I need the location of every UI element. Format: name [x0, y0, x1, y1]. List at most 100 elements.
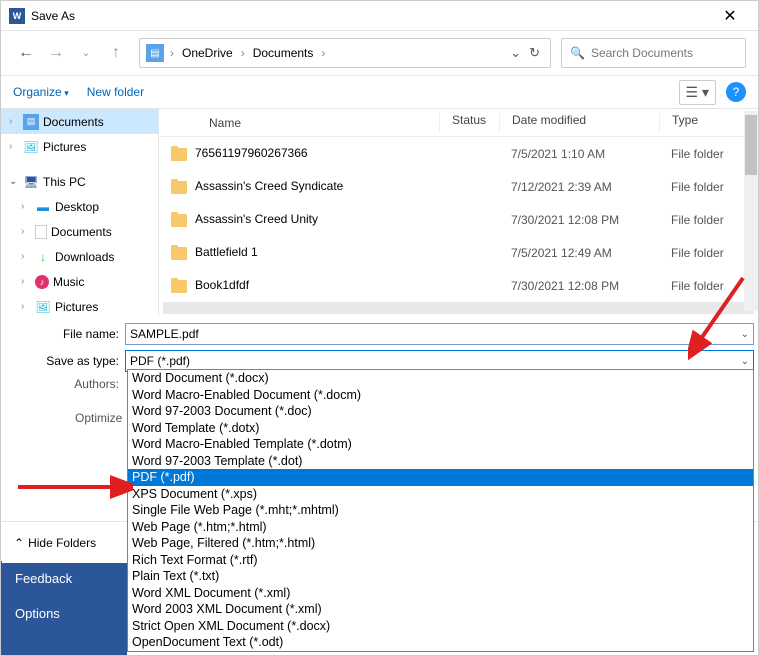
- tree-item-documents[interactable]: › ▤ Documents: [1, 109, 158, 134]
- optimize-label: Optimize: [5, 411, 125, 425]
- up-button[interactable]: ↑: [103, 40, 129, 66]
- main-area: › ▤ Documents › 🖼 Pictures ⌄ 🖥 This PC ›…: [1, 109, 758, 315]
- folder-icon: [171, 280, 187, 293]
- chevron-right-icon: ›: [21, 276, 31, 287]
- location-icon: ▤: [146, 44, 164, 62]
- column-name[interactable]: Name: [159, 116, 439, 130]
- close-button[interactable]: ✕: [710, 6, 750, 26]
- chevron-right-icon: ›: [21, 251, 31, 262]
- file-list[interactable]: Name Status Date modified Type 765611979…: [159, 109, 758, 315]
- view-options-button[interactable]: ☰ ▾: [679, 80, 716, 105]
- authors-label: Authors:: [5, 377, 125, 391]
- filetype-option[interactable]: OpenDocument Text (*.odt): [128, 634, 753, 651]
- forward-button[interactable]: →: [43, 40, 69, 66]
- back-button[interactable]: ←: [13, 40, 39, 66]
- file-row[interactable]: Book1dfdf7/30/2021 12:08 PMFile folder: [159, 269, 758, 302]
- filetype-option[interactable]: Word Template (*.dotx): [128, 420, 753, 437]
- filetype-option[interactable]: Word 97-2003 Document (*.doc): [128, 403, 753, 420]
- file-row[interactable]: Assassin's Creed Unity7/30/2021 12:08 PM…: [159, 203, 758, 236]
- filetype-option[interactable]: Rich Text Format (*.rtf): [128, 552, 753, 569]
- pictures-icon: 🖼: [35, 299, 51, 315]
- chevron-right-icon: ›: [168, 46, 176, 60]
- file-row[interactable]: Battlefield 17/5/2021 12:49 AMFile folde…: [159, 236, 758, 269]
- music-icon: ♪: [35, 275, 49, 289]
- column-date[interactable]: Date modified: [499, 113, 659, 133]
- window-title: Save As: [31, 9, 75, 23]
- folder-icon: [171, 247, 187, 260]
- documents-icon: ▤: [23, 114, 39, 130]
- pictures-icon: 🖼: [23, 139, 39, 155]
- desktop-icon: ▬: [35, 199, 51, 215]
- tree-item-downloads[interactable]: › ↓ Downloads: [1, 244, 158, 269]
- documents-icon: [35, 225, 47, 239]
- chevron-right-icon: ›: [239, 46, 247, 60]
- tree-item-pictures[interactable]: › 🖼 Pictures: [1, 134, 158, 159]
- filetype-option[interactable]: XPS Document (*.xps): [128, 486, 753, 503]
- folder-tree[interactable]: › ▤ Documents › 🖼 Pictures ⌄ 🖥 This PC ›…: [1, 109, 159, 315]
- toolbar: Organize New folder ☰ ▾ ?: [1, 75, 758, 109]
- pc-icon: 🖥: [23, 174, 39, 190]
- tree-item-desktop[interactable]: › ▬ Desktop: [1, 194, 158, 219]
- options-button[interactable]: Options: [1, 596, 127, 631]
- horizontal-scrollbar[interactable]: [163, 302, 754, 314]
- navbar: ← → ⌄ ↑ ▤ › OneDrive › Documents › ⌄ ↻ 🔍…: [1, 31, 758, 75]
- filetype-option[interactable]: Word 97-2003 Template (*.dot): [128, 453, 753, 470]
- chevron-right-icon: ›: [9, 141, 19, 152]
- breadcrumb[interactable]: ▤ › OneDrive › Documents › ⌄ ↻: [139, 38, 551, 68]
- filename-input[interactable]: SAMPLE.pdf ⌄: [125, 323, 754, 345]
- titlebar: W Save As ✕: [1, 1, 758, 31]
- search-placeholder: Search Documents: [591, 46, 693, 60]
- filetype-option[interactable]: Strict Open XML Document (*.docx): [128, 618, 753, 635]
- filetype-option[interactable]: Word Document (*.docx): [128, 370, 753, 387]
- hide-folders-button[interactable]: ⌃ Hide Folders: [14, 536, 96, 550]
- column-headers: Name Status Date modified Type: [159, 109, 758, 137]
- chevron-right-icon: ›: [21, 226, 31, 237]
- chevron-right-icon: ›: [21, 201, 31, 212]
- filetype-option[interactable]: Web Page (*.htm;*.html): [128, 519, 753, 536]
- tree-item-pictures[interactable]: › 🖼 Pictures: [1, 294, 158, 315]
- chevron-right-icon: ›: [9, 116, 19, 127]
- filetype-option[interactable]: Plain Text (*.txt): [128, 568, 753, 585]
- saveastype-label: Save as type:: [5, 354, 125, 368]
- feedback-button[interactable]: Feedback: [1, 561, 127, 596]
- breadcrumb-segment[interactable]: Documents: [251, 46, 316, 60]
- annotation-arrow: [13, 472, 133, 502]
- folder-icon: [171, 214, 187, 227]
- folder-icon: [171, 181, 187, 194]
- chevron-right-icon: ›: [319, 46, 327, 60]
- filetype-option[interactable]: PDF (*.pdf): [128, 469, 753, 486]
- help-button[interactable]: ?: [726, 82, 746, 102]
- tree-item-documents[interactable]: › Documents: [1, 219, 158, 244]
- save-fields: File name: SAMPLE.pdf ⌄ Save as type: PD…: [1, 315, 758, 425]
- word-icon: W: [9, 8, 25, 24]
- search-icon: 🔍: [570, 46, 585, 60]
- file-row[interactable]: 765611979602673667/5/2021 1:10 AMFile fo…: [159, 137, 758, 170]
- filetype-option[interactable]: Word XML Document (*.xml): [128, 585, 753, 602]
- file-row[interactable]: Assassin's Creed Syndicate7/12/2021 2:39…: [159, 170, 758, 203]
- saveastype-dropdown[interactable]: Word Document (*.docx)Word Macro-Enabled…: [127, 369, 754, 652]
- chevron-right-icon: ›: [21, 301, 31, 312]
- filetype-option[interactable]: Word 2003 XML Document (*.xml): [128, 601, 753, 618]
- chevron-up-icon: ⌃: [14, 536, 24, 550]
- filetype-option[interactable]: Single File Web Page (*.mht;*.mhtml): [128, 502, 753, 519]
- column-status[interactable]: Status: [439, 113, 499, 133]
- search-input[interactable]: 🔍 Search Documents: [561, 38, 746, 68]
- downloads-icon: ↓: [35, 249, 51, 265]
- chevron-down-icon: ⌄: [9, 176, 19, 187]
- folder-icon: [171, 148, 187, 161]
- filetype-option[interactable]: Web Page, Filtered (*.htm;*.html): [128, 535, 753, 552]
- refresh-button[interactable]: ↻: [529, 45, 540, 61]
- filetype-option[interactable]: Word Macro-Enabled Document (*.docm): [128, 387, 753, 404]
- backstage-panel: Feedback Options: [1, 561, 127, 655]
- annotation-arrow: [688, 273, 748, 363]
- dropdown-icon[interactable]: ⌄: [510, 45, 521, 61]
- recent-button[interactable]: ⌄: [73, 40, 99, 66]
- tree-item-music[interactable]: › ♪ Music: [1, 269, 158, 294]
- filetype-option[interactable]: Word Macro-Enabled Template (*.dotm): [128, 436, 753, 453]
- breadcrumb-segment[interactable]: OneDrive: [180, 46, 235, 60]
- filename-label: File name:: [5, 327, 125, 341]
- tree-item-this-pc[interactable]: ⌄ 🖥 This PC: [1, 169, 158, 194]
- column-type[interactable]: Type: [659, 113, 739, 133]
- new-folder-button[interactable]: New folder: [87, 85, 144, 99]
- organize-button[interactable]: Organize: [13, 85, 69, 99]
